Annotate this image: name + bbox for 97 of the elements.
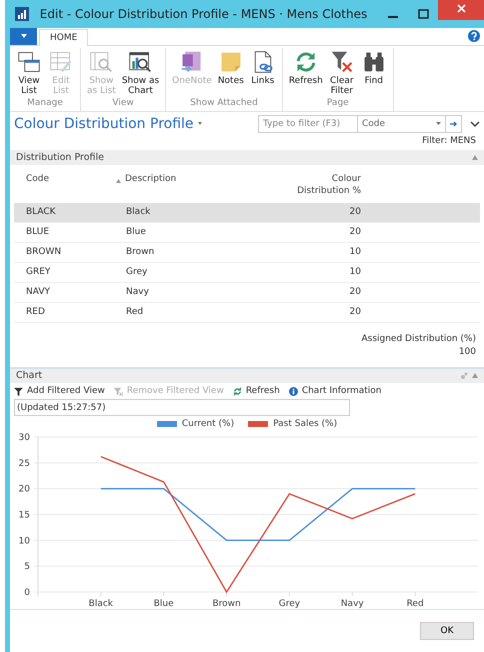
- list-magnifier-icon: [89, 50, 114, 74]
- total-label: Assigned Distribution (%): [361, 334, 476, 344]
- column-header[interactable]: Colour Distribution %: [297, 172, 361, 197]
- table-cell-text: NAVY: [26, 287, 51, 298]
- axis-category-label: Brown: [212, 599, 241, 609]
- updated-text: (Updated 15:27:57): [14, 399, 350, 416]
- axis-category-label: Black: [88, 599, 114, 609]
- ok-button[interactable]: OK: [420, 622, 474, 640]
- filter-field-dropdown[interactable]: Code: [358, 114, 446, 133]
- info-icon: [288, 386, 298, 396]
- table-cell-text: Brown: [126, 247, 156, 258]
- axis-tick-label: 25: [18, 458, 30, 469]
- minimize-icon: [388, 16, 398, 18]
- ribbon-group-label: Manage: [27, 98, 63, 110]
- table-row[interactable]: GREY Grey 10: [14, 262, 480, 283]
- caret-icon: [20, 34, 26, 38]
- section-title: Chart: [16, 370, 42, 382]
- ribbon-button[interactable]: Find: [358, 48, 389, 98]
- table-cell-text: Blue: [126, 227, 147, 238]
- refresh-icon: [232, 386, 242, 396]
- table-row[interactable]: BLUE Blue 20: [14, 222, 480, 243]
- table-row[interactable]: BROWN Brown 10: [14, 242, 480, 263]
- table-row[interactable]: NAVY Navy 20: [14, 282, 480, 303]
- chevron-down-icon[interactable]: [470, 118, 480, 129]
- filter-status: Filter: MENS: [421, 136, 477, 148]
- apply-filter-button[interactable]: [446, 114, 462, 133]
- ribbon-group-label: Show Attached: [190, 98, 258, 110]
- axis-category-label: Blue: [154, 599, 174, 609]
- windows-icon: [17, 50, 41, 74]
- table-edit-icon: [49, 50, 73, 74]
- remove-filter-icon: [114, 386, 123, 396]
- table-cell-text: BROWN: [26, 247, 62, 258]
- table-cell-text: 20: [348, 287, 361, 298]
- table-cell-text: 10: [348, 267, 361, 278]
- close-icon: [456, 4, 466, 14]
- sort-icon: [116, 178, 121, 183]
- ribbon-button[interactable]: Links: [248, 48, 278, 98]
- legend-label: Past Sales (%): [273, 419, 338, 429]
- collapse-icon[interactable]: [472, 154, 478, 160]
- ribbon-button[interactable]: Show as Chart: [120, 48, 162, 98]
- table-row[interactable]: RED Red 20: [14, 302, 480, 323]
- sticky-note-icon: [218, 50, 243, 74]
- binoculars-icon: [362, 50, 386, 74]
- collapse-icon[interactable]: [472, 373, 478, 378]
- chart-action-button[interactable]: Refresh: [232, 386, 280, 396]
- application-menu-button[interactable]: [10, 28, 37, 45]
- chart-action-button[interactable]: Add Filtered View: [14, 386, 105, 396]
- table-row[interactable]: BLACK Black 20: [14, 202, 480, 223]
- axis-tick-label: 0: [24, 588, 30, 598]
- ribbon-button[interactable]: Refresh: [286, 48, 325, 98]
- maximize-icon: [418, 8, 428, 19]
- page-title: Colour Distribution Profile: [14, 116, 194, 132]
- table-cell-text: Navy: [126, 287, 150, 298]
- ribbon-button[interactable]: Notes: [216, 48, 246, 98]
- table-cell-text: 10: [348, 247, 361, 258]
- table-cell-text: 20: [348, 207, 361, 218]
- ribbon-button[interactable]: View List: [14, 48, 44, 98]
- table-cell-text: Red: [126, 307, 144, 318]
- ribbon-button[interactable]: Clear Filter: [326, 48, 357, 98]
- axis-tick-label: 10: [18, 536, 30, 546]
- table-cell-text: BLUE: [26, 227, 50, 238]
- axis-tick-label: 20: [18, 484, 30, 495]
- table-cell-text: RED: [26, 307, 46, 318]
- chart-action-button[interactable]: Chart Information: [288, 386, 382, 396]
- caret-icon[interactable]: [198, 122, 202, 126]
- axis-category-label: Red: [406, 599, 424, 609]
- table-cell-text: 20: [348, 227, 361, 238]
- table-cell-text: Black: [126, 207, 152, 218]
- section-header[interactable]: Distribution Profile: [10, 150, 484, 165]
- legend-label: Current (%): [182, 419, 234, 429]
- window-title: Edit - Colour Distribution Profile - MENS · Mens Clothes: [38, 6, 368, 21]
- ribbon-tab[interactable]: HOME: [39, 28, 88, 46]
- filter-icon: [14, 386, 23, 396]
- arrow-right-icon: [450, 120, 458, 127]
- column-header[interactable]: Code: [26, 172, 50, 185]
- axis-tick-label: 5: [24, 562, 30, 572]
- axis-category-label: Grey: [278, 599, 300, 609]
- app-icon: [15, 6, 29, 21]
- table-cell-text: GREY: [26, 267, 52, 278]
- axis-category-label: Navy: [340, 599, 364, 609]
- table-cell-text: BLACK: [26, 207, 57, 218]
- axis-tick-label: 30: [18, 433, 30, 443]
- total-value: 100: [458, 346, 476, 357]
- table-cell-text: Grey: [126, 267, 148, 278]
- close-button[interactable]: [438, 0, 484, 20]
- section-header[interactable]: Chart: [10, 368, 484, 384]
- table-cell-text: 20: [348, 307, 361, 318]
- chart-magnifier-icon: [128, 50, 152, 74]
- ribbon-group-label: View: [112, 98, 134, 110]
- filter-input-field[interactable]: Type to filter (F3): [258, 114, 358, 133]
- help-icon[interactable]: [468, 30, 480, 42]
- axis-tick-label: 15: [18, 510, 30, 520]
- section-title: Distribution Profile: [16, 152, 104, 163]
- clear-filter-icon: [330, 50, 354, 74]
- ribbon-group-label: Page: [326, 98, 349, 110]
- caret-icon: [436, 122, 441, 126]
- column-header[interactable]: Description: [125, 172, 176, 185]
